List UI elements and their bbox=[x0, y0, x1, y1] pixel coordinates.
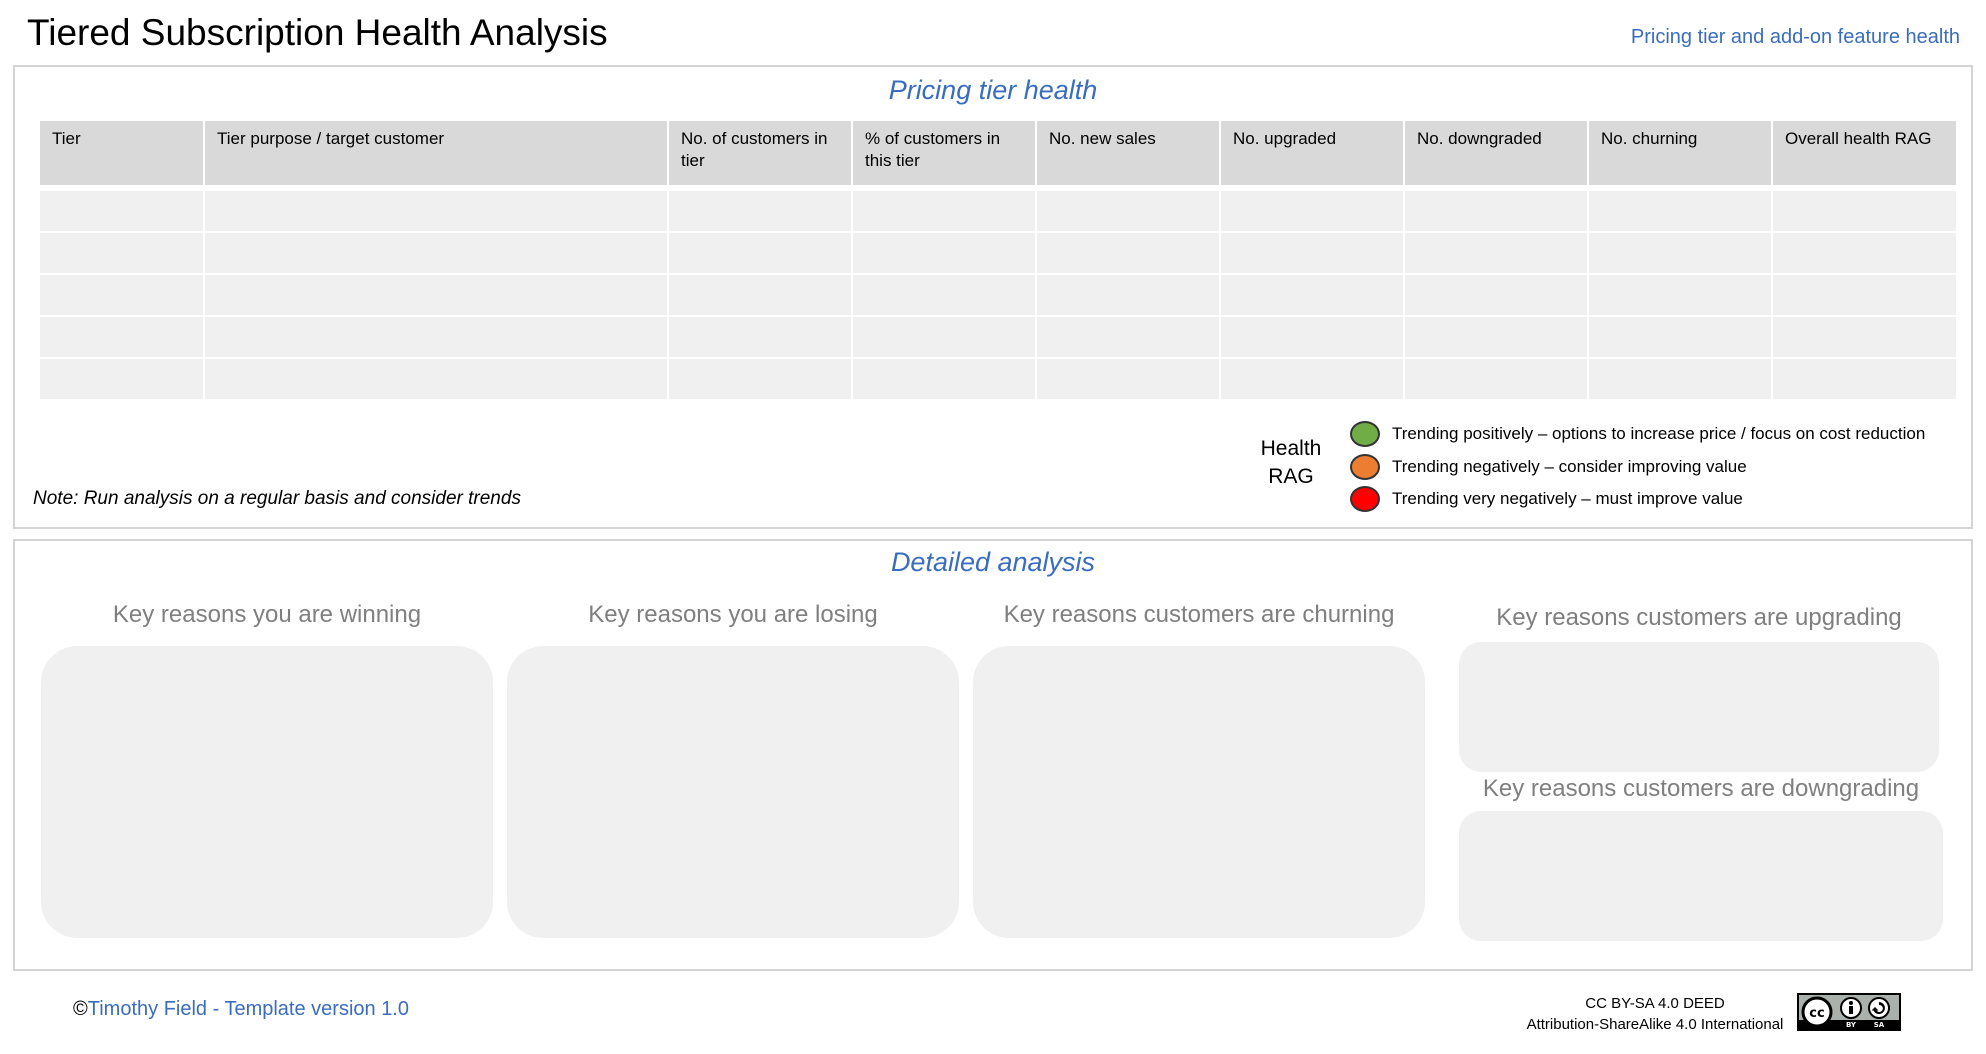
table-row bbox=[40, 191, 1956, 231]
table-cell[interactable] bbox=[669, 233, 851, 273]
detailed-analysis-heading: Detailed analysis bbox=[890, 547, 1096, 577]
column-header-purpose: Tier purpose / target customer bbox=[205, 121, 667, 185]
column-header-upgraded: No. upgraded bbox=[1221, 121, 1403, 185]
table-cell[interactable] bbox=[1037, 359, 1219, 399]
table-cell[interactable] bbox=[1589, 359, 1771, 399]
losing-textbox[interactable] bbox=[507, 646, 959, 938]
legend-text-red: Trending very negatively – must improve … bbox=[1392, 489, 1743, 508]
table-cell[interactable] bbox=[853, 275, 1035, 315]
table-cell[interactable] bbox=[1037, 233, 1219, 273]
license-line2: Attribution-ShareAlike 4.0 International bbox=[1526, 1016, 1784, 1033]
table-header-row: Tier Tier purpose / target customer No. … bbox=[40, 121, 1956, 185]
table-cell[interactable] bbox=[1773, 233, 1956, 273]
table-cell[interactable] bbox=[1773, 275, 1956, 315]
winning-title: Key reasons you are winning bbox=[112, 601, 422, 628]
table-cell[interactable] bbox=[853, 317, 1035, 357]
pricing-tier-heading: Pricing tier health bbox=[888, 75, 1098, 105]
table-cell[interactable] bbox=[669, 317, 851, 357]
legend-text-green: Trending positively – options to increas… bbox=[1392, 424, 1926, 443]
table-cell[interactable] bbox=[1773, 359, 1956, 399]
author-text: Timothy Field - Template version 1.0 bbox=[87, 998, 409, 1020]
analysis-note: Note: Run analysis on a regular basis an… bbox=[33, 488, 521, 509]
table-cell[interactable] bbox=[205, 317, 667, 357]
detailed-analysis-panel: Detailed analysis Key reasons you are wi… bbox=[13, 539, 1973, 971]
table-cell[interactable] bbox=[1405, 275, 1587, 315]
table-row bbox=[40, 359, 1956, 399]
table-cell[interactable] bbox=[1221, 359, 1403, 399]
cc-license-icon: cc BY SA bbox=[1799, 995, 1899, 1029]
table-cell[interactable] bbox=[1589, 233, 1771, 273]
table-cell[interactable] bbox=[1773, 317, 1956, 357]
table-cell[interactable] bbox=[205, 233, 667, 273]
upgrading-textbox[interactable] bbox=[1459, 642, 1939, 772]
table-cell[interactable] bbox=[205, 275, 667, 315]
license-line1: CC BY-SA 4.0 DEED bbox=[1585, 995, 1725, 1012]
table-cell[interactable] bbox=[1589, 275, 1771, 315]
table-cell[interactable] bbox=[853, 233, 1035, 273]
table-row bbox=[40, 317, 1956, 357]
badge-sa-text: SA bbox=[1874, 1021, 1885, 1029]
table-cell[interactable] bbox=[1405, 317, 1587, 357]
winning-textbox[interactable] bbox=[41, 646, 493, 938]
column-header-new-sales: No. new sales bbox=[1037, 121, 1219, 185]
legend-item-green: Trending positively – options to increas… bbox=[1350, 421, 1925, 447]
table-cell[interactable] bbox=[853, 191, 1035, 231]
table-cell[interactable] bbox=[1405, 359, 1587, 399]
health-rag-label: Health RAG bbox=[1260, 437, 1322, 488]
table-cell[interactable] bbox=[1221, 191, 1403, 231]
table-cell[interactable] bbox=[205, 191, 667, 231]
table-cell[interactable] bbox=[1405, 191, 1587, 231]
churning-textbox[interactable] bbox=[973, 646, 1425, 938]
losing-title: Key reasons you are losing bbox=[588, 601, 878, 628]
table-cell[interactable] bbox=[40, 275, 203, 315]
green-status-icon bbox=[1350, 421, 1380, 447]
table-cell[interactable] bbox=[669, 359, 851, 399]
downgrading-textbox[interactable] bbox=[1459, 811, 1943, 941]
table-cell[interactable] bbox=[1221, 275, 1403, 315]
table-cell[interactable] bbox=[1589, 191, 1771, 231]
table-cell[interactable] bbox=[40, 191, 203, 231]
page-subtitle: Pricing tier and add-on feature health bbox=[1630, 26, 1960, 48]
amber-status-icon bbox=[1350, 454, 1380, 480]
footer-author: ©Timothy Field - Template version 1.0 bbox=[73, 998, 409, 1021]
table-row bbox=[40, 275, 1956, 315]
table-cell[interactable] bbox=[669, 275, 851, 315]
copyright-symbol: © bbox=[73, 998, 88, 1020]
legend-item-red: Trending very negatively – must improve … bbox=[1350, 486, 1743, 512]
column-header-downgraded: No. downgraded bbox=[1405, 121, 1587, 185]
table-cell[interactable] bbox=[1037, 191, 1219, 231]
table-cell[interactable] bbox=[40, 359, 203, 399]
red-status-icon bbox=[1350, 486, 1380, 512]
page-title: Tiered Subscription Health Analysis bbox=[27, 12, 608, 53]
table-cell[interactable] bbox=[853, 359, 1035, 399]
table-cell[interactable] bbox=[1589, 317, 1771, 357]
column-header-health-rag: Overall health RAG bbox=[1773, 121, 1956, 185]
table-cell[interactable] bbox=[669, 191, 851, 231]
svg-text:cc: cc bbox=[1809, 1006, 1824, 1021]
table-cell[interactable] bbox=[205, 359, 667, 399]
table-cell[interactable] bbox=[1037, 275, 1219, 315]
upgrading-title: Key reasons customers are upgrading bbox=[1496, 604, 1902, 631]
table-cell[interactable] bbox=[1773, 191, 1956, 231]
column-header-customers: No. of customers in tier bbox=[669, 121, 851, 185]
column-header-percent: % of customers in this tier bbox=[853, 121, 1035, 185]
pricing-tier-panel: Pricing tier health Tier Tier purpose / … bbox=[13, 65, 1973, 529]
table-row bbox=[40, 233, 1956, 273]
table-cell[interactable] bbox=[40, 233, 203, 273]
table-cell[interactable] bbox=[1221, 233, 1403, 273]
legend-item-amber: Trending negatively – consider improving… bbox=[1350, 454, 1747, 480]
badge-by-text: BY bbox=[1846, 1021, 1857, 1029]
table-cell[interactable] bbox=[1221, 317, 1403, 357]
cc-by-sa-icon[interactable]: cc BY SA bbox=[1797, 993, 1901, 1031]
table-cell[interactable] bbox=[40, 317, 203, 357]
table-cell[interactable] bbox=[1405, 233, 1587, 273]
churning-title: Key reasons customers are churning bbox=[1003, 601, 1395, 628]
downgrading-title: Key reasons customers are downgrading bbox=[1482, 775, 1920, 802]
legend-text-amber: Trending negatively – consider improving… bbox=[1392, 457, 1747, 476]
column-header-churning: No. churning bbox=[1589, 121, 1771, 185]
license-text: CC BY-SA 4.0 DEED Attribution-ShareAlike… bbox=[1500, 993, 1810, 1035]
pricing-tier-table: Tier Tier purpose / target customer No. … bbox=[38, 119, 1958, 401]
column-header-tier: Tier bbox=[40, 121, 203, 185]
table-cell[interactable] bbox=[1037, 317, 1219, 357]
